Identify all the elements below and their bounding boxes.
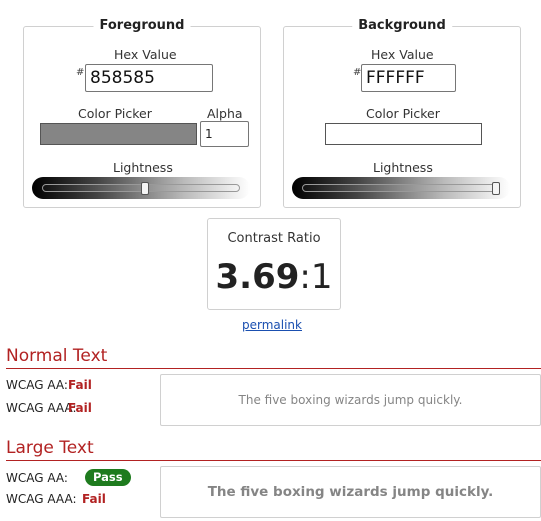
background-panel: Background Hex Value # Color Picker Ligh…	[283, 18, 521, 208]
background-lightness-thumb[interactable]	[492, 182, 500, 195]
normal-wcag-aaa-result: Fail	[68, 401, 92, 415]
contrast-ratio-number: 3.69	[215, 257, 300, 297]
foreground-alpha-input[interactable]	[200, 121, 249, 147]
background-hex-label: Hex Value	[371, 47, 434, 62]
large-wcag-aa-pass-badge: Pass	[85, 469, 131, 486]
background-legend: Background	[352, 18, 452, 33]
normal-text-heading: Normal Text	[6, 346, 541, 369]
normal-wcag-aa-result: Fail	[68, 378, 92, 392]
large-text-sample: The five boxing wizards jump quickly.	[160, 466, 541, 518]
background-lightness-track	[302, 184, 500, 192]
foreground-legend: Foreground	[93, 18, 191, 33]
large-wcag-aa-label: WCAG AA:	[6, 471, 68, 485]
foreground-panel: Foreground Hex Value # Color Picker Alph…	[23, 18, 261, 208]
contrast-ratio-box: Contrast Ratio 3.69:1	[207, 218, 341, 310]
permalink-link[interactable]: permalink	[242, 318, 302, 332]
foreground-hex-input[interactable]	[85, 64, 213, 92]
normal-wcag-aa-label: WCAG AA:	[6, 378, 68, 392]
normal-text-sample: The five boxing wizards jump quickly.	[160, 374, 541, 426]
large-wcag-aaa-label: WCAG AAA:	[6, 492, 77, 506]
background-hex-input[interactable]	[361, 64, 456, 92]
foreground-lightness-slider[interactable]	[32, 177, 250, 199]
contrast-ratio-value: 3.69:1	[208, 257, 340, 297]
background-lightness-slider[interactable]	[292, 177, 510, 199]
foreground-hash-prefix: #	[76, 67, 85, 78]
foreground-lightness-thumb[interactable]	[140, 182, 149, 195]
large-wcag-aaa-result: Fail	[82, 492, 106, 506]
background-color-picker[interactable]	[325, 123, 482, 145]
normal-wcag-aaa-label: WCAG AAA:	[6, 401, 77, 415]
contrast-ratio-label: Contrast Ratio	[227, 231, 321, 246]
foreground-color-picker-label: Color Picker	[78, 106, 152, 121]
foreground-color-picker[interactable]	[40, 123, 197, 145]
contrast-ratio-suffix: :1	[299, 257, 333, 297]
large-text-heading: Large Text	[6, 438, 541, 461]
background-lightness-label: Lightness	[373, 160, 433, 175]
background-color-picker-label: Color Picker	[366, 106, 440, 121]
foreground-alpha-label: Alpha	[207, 106, 243, 121]
foreground-lightness-label: Lightness	[113, 160, 173, 175]
foreground-hex-label: Hex Value	[114, 47, 177, 62]
